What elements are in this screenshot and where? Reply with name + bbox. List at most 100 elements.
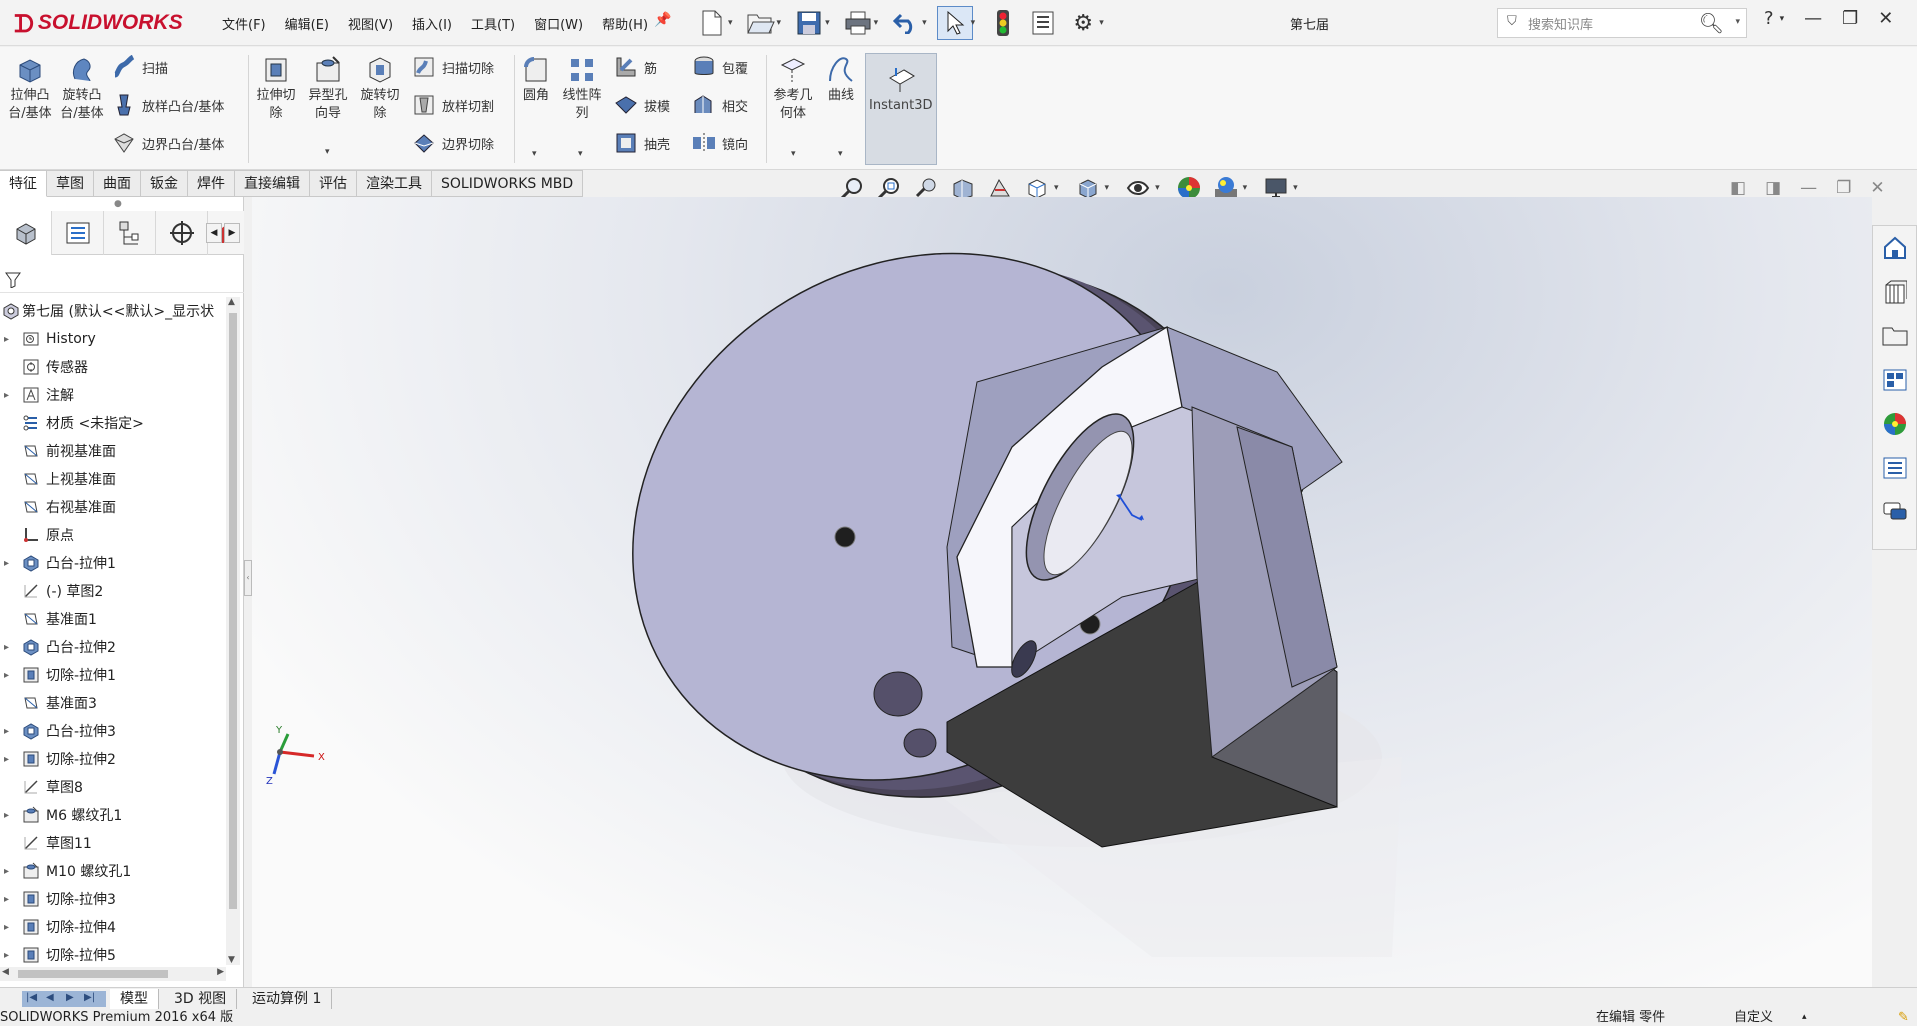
display-style-dropdown-icon[interactable]: ▾ <box>1105 183 1110 193</box>
expand-arrow-icon[interactable]: ▸ <box>4 866 9 877</box>
tree-vertical-scrollbar[interactable]: ▲ ▼ <box>226 297 240 965</box>
scene-dropdown-icon[interactable]: ▾ <box>1243 183 1248 193</box>
undo-dropdown-icon[interactable]: ▾ <box>922 18 927 28</box>
prev-tab-icon[interactable]: ◀ <box>46 992 54 1003</box>
wrap-button[interactable]: 包覆 <box>692 55 748 79</box>
hole-dropdown-icon[interactable]: ▾ <box>325 147 330 157</box>
viewport-close-icon[interactable]: ✕ <box>1870 178 1884 198</box>
configuration-manager-tab-icon[interactable] <box>104 211 156 255</box>
menu-edit[interactable]: 编辑(E) <box>285 14 329 33</box>
expand-arrow-icon[interactable]: ▸ <box>4 950 9 961</box>
menu-view[interactable]: 视图(V) <box>348 14 393 33</box>
tree-item[interactable]: ▸ 注解 <box>0 381 226 409</box>
intersect-button[interactable]: 相交 <box>692 93 748 117</box>
menu-help[interactable]: 帮助(H) <box>602 14 648 33</box>
search-icon[interactable]: 🔍︎ <box>1699 11 1724 35</box>
search-scope-icon[interactable]: ⛉ <box>1507 14 1517 29</box>
tab-render-tools[interactable]: 渲染工具 <box>357 170 432 197</box>
print-dropdown-icon[interactable]: ▾ <box>874 18 879 28</box>
expand-arrow-icon[interactable]: ▸ <box>4 390 9 401</box>
rib-button[interactable]: 筋 <box>614 55 657 79</box>
tree-item[interactable]: 上视基准面 <box>0 465 226 493</box>
ref-geometry-dropdown-icon[interactable]: ▾ <box>791 149 796 159</box>
tree-item[interactable]: ▸ M6 螺纹孔1 <box>0 801 226 829</box>
status-pencil-icon[interactable]: ✎ <box>1898 1009 1909 1026</box>
scroll-down-icon[interactable]: ▼ <box>228 955 235 965</box>
boundary-boss-button[interactable]: 边界凸台/基体 <box>112 131 224 155</box>
revolve-boss-button[interactable]: 旋转凸台/基体 <box>58 55 106 123</box>
property-manager-tab-icon[interactable] <box>52 211 104 255</box>
minimize-icon[interactable]: — <box>1804 8 1822 29</box>
tree-item[interactable]: 材质 <未指定> <box>0 409 226 437</box>
menu-file[interactable]: 文件(F) <box>222 14 266 33</box>
expand-arrow-icon[interactable]: ▸ <box>4 642 9 653</box>
extrude-cut-button[interactable]: 拉伸切除 <box>252 55 300 123</box>
tree-item[interactable]: ▸ M10 螺纹孔1 <box>0 857 226 885</box>
panel-grip-icon[interactable]: ● <box>114 199 122 209</box>
save-dropdown-icon[interactable]: ▾ <box>825 18 830 28</box>
feature-filter-row[interactable] <box>0 265 244 293</box>
last-tab-icon[interactable]: ▶| <box>84 992 95 1003</box>
save-icon[interactable] <box>791 6 827 40</box>
file-explorer-icon[interactable] <box>1873 314 1916 358</box>
first-tab-icon[interactable]: |◀ <box>26 992 37 1003</box>
select-cursor-icon[interactable] <box>936 6 973 40</box>
menu-insert[interactable]: 插入(I) <box>412 14 452 33</box>
tree-item[interactable]: ▸ 切除-拉伸3 <box>0 885 226 913</box>
view-orientation-dropdown-icon[interactable]: ▾ <box>1054 183 1059 193</box>
scroll-up-icon[interactable]: ▲ <box>228 297 235 307</box>
sweep-button[interactable]: 扫描 <box>112 55 168 79</box>
tree-horizontal-scroll-thumb[interactable] <box>18 970 168 978</box>
linear-pattern-button[interactable]: 线性阵列 <box>558 55 606 123</box>
fillet-dropdown-icon[interactable]: ▾ <box>532 149 537 159</box>
tab-model[interactable]: 模型 <box>110 989 159 1009</box>
loft-boss-button[interactable]: 放样凸台/基体 <box>112 93 224 117</box>
tab-nav-arrows[interactable]: |◀ ◀ ▶ ▶| <box>22 991 106 1007</box>
close-icon[interactable]: ✕ <box>1878 8 1893 29</box>
tab-evaluate[interactable]: 评估 <box>310 170 357 197</box>
open-dropdown-icon[interactable]: ▾ <box>777 18 782 28</box>
scroll-left-icon[interactable]: ◀ <box>2 967 9 977</box>
instant3d-button[interactable]: Instant3D <box>865 53 937 165</box>
scroll-right-icon[interactable]: ▶ <box>217 967 224 977</box>
part-3d-model[interactable] <box>252 197 1872 987</box>
curves-button[interactable]: 曲线 <box>822 55 860 105</box>
expand-arrow-icon[interactable]: ▸ <box>4 810 9 821</box>
tab-sheet-metal[interactable]: 钣金 <box>141 170 188 197</box>
dimxpert-manager-tab-icon[interactable] <box>156 211 208 255</box>
solidworks-resources-home-icon[interactable] <box>1873 226 1916 270</box>
tree-item[interactable]: 基准面3 <box>0 689 226 717</box>
tree-item[interactable]: 草图8 <box>0 773 226 801</box>
expand-arrow-icon[interactable]: ▸ <box>4 894 9 905</box>
tree-item[interactable]: 传感器 <box>0 353 226 381</box>
revolve-cut-button[interactable]: 旋转切除 <box>356 55 404 123</box>
view-settings-dropdown-icon[interactable]: ▾ <box>1293 183 1298 193</box>
expand-arrow-icon[interactable]: ▸ <box>4 922 9 933</box>
menu-window[interactable]: 窗口(W) <box>534 14 583 33</box>
boundary-cut-button[interactable]: 边界切除 <box>412 131 494 155</box>
graphics-area[interactable]: Y X Z <box>252 197 1872 987</box>
viewport-minimize-icon[interactable]: — <box>1800 178 1817 198</box>
new-dropdown-icon[interactable]: ▾ <box>728 18 733 28</box>
filter-funnel-icon[interactable] <box>5 272 21 288</box>
viewport-collapse-right-icon[interactable]: ◨ <box>1765 178 1781 198</box>
tab-scroll-right-icon[interactable]: ▶ <box>224 223 240 243</box>
tab-features[interactable]: 特征 <box>0 170 47 197</box>
loft-cut-button[interactable]: 放样切割 <box>412 93 494 117</box>
help-dropdown-icon[interactable]: ▾ <box>1780 14 1785 29</box>
panel-splitter-handle[interactable]: ‹ <box>244 560 252 596</box>
pin-icon[interactable]: 📌 <box>654 12 671 28</box>
tree-item[interactable]: ▸ 切除-拉伸1 <box>0 661 226 689</box>
print-icon[interactable] <box>840 6 876 40</box>
tree-item[interactable]: 草图11 <box>0 829 226 857</box>
hole-wizard-button[interactable]: 异型孔向导 <box>302 55 354 123</box>
help-icon[interactable]: ? <box>1764 8 1774 29</box>
options-gear-icon[interactable]: ⚙ <box>1065 6 1101 40</box>
undo-icon[interactable] <box>888 6 924 40</box>
tree-item[interactable]: (-) 草图2 <box>0 577 226 605</box>
viewport-restore-icon[interactable]: ❐ <box>1836 178 1851 198</box>
tree-horizontal-scrollbar[interactable]: ◀ ▶ <box>0 967 226 981</box>
hide-show-dropdown-icon[interactable]: ▾ <box>1155 183 1160 193</box>
tree-item[interactable]: 原点 <box>0 521 226 549</box>
tree-vertical-scroll-thumb[interactable] <box>229 313 237 909</box>
